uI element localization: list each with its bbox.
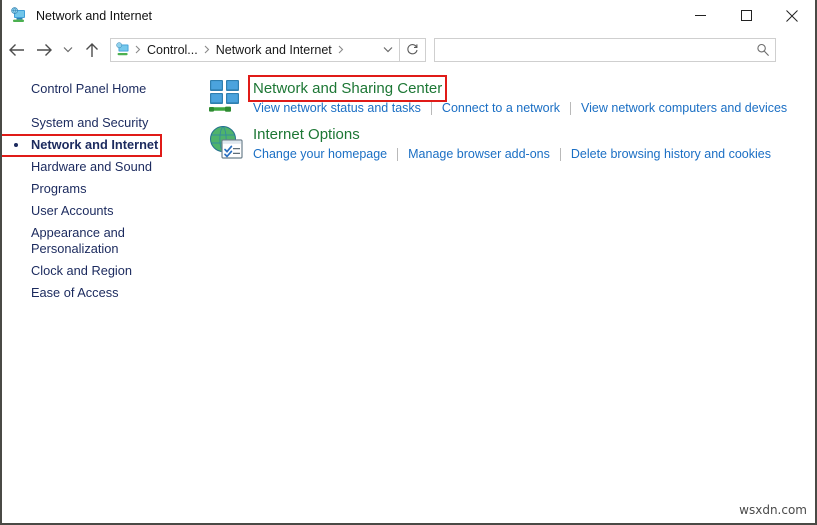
sidebar-item-label: Network and Internet: [31, 137, 159, 152]
breadcrumb-item-control-panel[interactable]: Control...: [145, 43, 200, 57]
control-panel-icon: [116, 41, 129, 55]
minimize-button[interactable]: [677, 0, 723, 31]
refresh-icon: [407, 44, 418, 55]
network-sharing-center-icon: [209, 80, 239, 112]
category-links: Change your homepage Manage browser add-…: [253, 147, 771, 161]
sidebar-item-system-and-security[interactable]: System and Security: [2, 112, 207, 134]
link-separator: [559, 147, 561, 161]
sidebar-item-label: Programs: [31, 181, 87, 196]
link-connect-to-a-network[interactable]: Connect to a network: [442, 101, 560, 115]
category-title-internet-options[interactable]: Internet Options: [253, 125, 360, 145]
address-bar[interactable]: Control... Network and Internet: [110, 37, 400, 62]
window-title: Network and Internet: [36, 8, 153, 23]
link-separator: [397, 147, 399, 161]
forward-button[interactable]: [30, 35, 58, 65]
breadcrumb-separator-icon: [131, 45, 145, 54]
sidebar-item-label: Clock and Region: [31, 263, 133, 278]
network-computer-icon: [11, 6, 25, 22]
category-body: Internet Options Change your homepage Ma…: [253, 124, 771, 161]
breadcrumb-separator-icon[interactable]: [334, 45, 348, 54]
link-separator: [430, 101, 432, 115]
close-button[interactable]: [769, 0, 815, 31]
category-list: Network and Sharing Center View network …: [207, 68, 815, 523]
category-links: View network status and tasks Connect to…: [253, 101, 787, 115]
sidebar-item-label: User Accounts: [31, 203, 114, 218]
navigation-bar: Control... Network and Internet: [2, 31, 815, 68]
watermark: wsxdn.com: [739, 503, 807, 517]
refresh-button[interactable]: [400, 37, 426, 62]
breadcrumb-separator-icon: [200, 45, 214, 54]
address-chevron-down-icon[interactable]: [377, 39, 399, 61]
selected-bullet-icon: [14, 143, 18, 147]
internet-options-icon: [210, 126, 243, 159]
category-network-and-sharing-center: Network and Sharing Center View network …: [207, 75, 815, 116]
sidebar-item-control-panel-home[interactable]: Control Panel Home: [2, 78, 207, 100]
window-controls: [677, 0, 815, 31]
sidebar-item-user-accounts[interactable]: User Accounts: [2, 200, 207, 222]
title-bar: Network and Internet: [2, 0, 815, 31]
link-separator: [570, 101, 572, 115]
sidebar-item-programs[interactable]: Programs: [2, 178, 207, 200]
content-area: Control Panel Home System and Security N…: [2, 68, 815, 523]
sidebar-item-ease-of-access[interactable]: Ease of Access: [2, 282, 207, 304]
recent-locations-chevron-down-icon[interactable]: [58, 35, 78, 65]
sidebar-item-label: System and Security: [31, 115, 149, 130]
category-internet-options: Internet Options Change your homepage Ma…: [207, 124, 815, 162]
link-view-network-status-and-tasks[interactable]: View network status and tasks: [253, 101, 421, 115]
maximize-button[interactable]: [723, 0, 769, 31]
up-button[interactable]: [78, 35, 106, 65]
back-button[interactable]: [2, 35, 30, 65]
sidebar-item-label: Hardware and Sound: [31, 159, 152, 174]
sidebar-item-label: Appearance and Personalization: [31, 225, 125, 256]
sidebar-item-clock-and-region[interactable]: Clock and Region: [2, 260, 207, 282]
sidebar-item-network-and-internet[interactable]: Network and Internet: [2, 134, 207, 157]
control-panel-window: Network and Internet Control... Network …: [0, 0, 817, 525]
category-title-wrapper: Network and Sharing Center: [248, 75, 448, 102]
search-icon[interactable]: [751, 43, 775, 57]
search-input[interactable]: [435, 42, 751, 57]
sidebar-item-label: Ease of Access: [31, 285, 119, 300]
link-manage-browser-add-ons[interactable]: Manage browser add-ons: [408, 147, 550, 161]
search-box[interactable]: [434, 37, 776, 62]
sidebar: Control Panel Home System and Security N…: [2, 68, 207, 523]
category-body: Network and Sharing Center View network …: [248, 75, 787, 115]
breadcrumb-item-network-and-internet[interactable]: Network and Internet: [214, 43, 334, 57]
category-title-network-and-sharing-center[interactable]: Network and Sharing Center: [253, 79, 442, 99]
sidebar-item-appearance-and-personalization[interactable]: Appearance and Personalization: [2, 222, 151, 260]
link-view-network-computers-and-devices[interactable]: View network computers and devices: [581, 101, 787, 115]
link-delete-browsing-history-and-cookies[interactable]: Delete browsing history and cookies: [571, 147, 771, 161]
link-change-your-homepage[interactable]: Change your homepage: [253, 147, 387, 161]
category-title-wrapper: Internet Options: [253, 125, 360, 145]
sidebar-item-label: Control Panel Home: [31, 81, 147, 96]
sidebar-item-hardware-and-sound[interactable]: Hardware and Sound: [2, 156, 207, 178]
